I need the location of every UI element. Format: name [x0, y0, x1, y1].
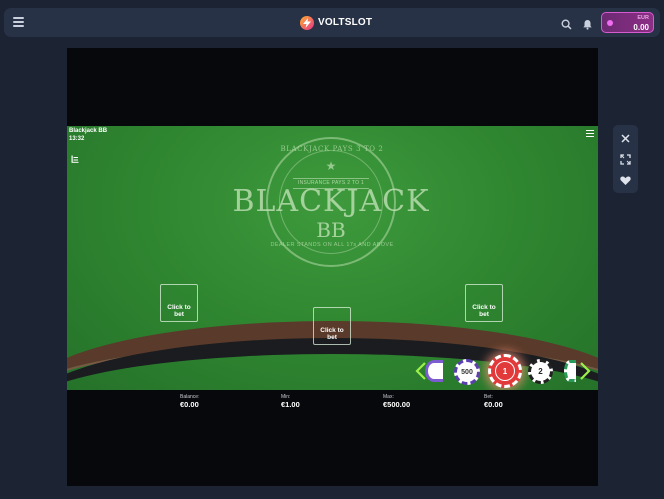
- table-logo-title: BLACKJACK: [232, 184, 430, 219]
- chip-value: 2: [538, 367, 543, 376]
- chip-500[interactable]: 500: [454, 359, 480, 385]
- brand-name: VOLTSLOT: [318, 17, 373, 28]
- game-clock: 13:32: [69, 136, 85, 142]
- close-icon[interactable]: [619, 132, 632, 145]
- wallet-currency: EUR: [637, 15, 649, 21]
- brand-logo[interactable]: VOLTSLOT: [300, 14, 372, 31]
- bet-spot-right[interactable]: Click to bet: [465, 284, 503, 322]
- bet-spot-label: Click to bet: [167, 304, 191, 318]
- game-frame: Blackjack BB 13:32 BLACKJACK PAYS 3 TO 2…: [67, 48, 598, 486]
- chip-value: 1: [502, 366, 508, 376]
- bet-spot-left[interactable]: Click to bet: [160, 284, 198, 322]
- max-info: Max: €500.00: [383, 394, 410, 409]
- wallet-indicator-icon: [607, 20, 613, 26]
- heart-icon[interactable]: [619, 174, 632, 187]
- top-bar: VOLTSLOT EUR 0.00: [4, 8, 660, 37]
- bell-icon[interactable]: [582, 17, 593, 30]
- balance-value: €0.00: [180, 400, 199, 409]
- game-menu-icon[interactable]: [586, 130, 594, 138]
- bet-info: Bet: €0.00: [484, 394, 503, 409]
- wallet-amount: 0.00: [633, 23, 649, 32]
- side-panel: [613, 125, 638, 193]
- bet-spot-label: Click to bet: [320, 327, 344, 341]
- chip-partial-right[interactable]: [564, 360, 576, 382]
- fullscreen-icon[interactable]: [619, 153, 632, 166]
- bet-value: €0.00: [484, 400, 503, 409]
- search-icon[interactable]: [561, 17, 572, 30]
- history-icon[interactable]: [71, 150, 79, 163]
- bet-spot-label: Click to bet: [472, 304, 496, 318]
- min-value: €1.00: [281, 400, 300, 409]
- chip-1-selected[interactable]: 1: [488, 354, 522, 388]
- min-info: Min: €1.00: [281, 394, 300, 409]
- chip-value: 500: [461, 368, 473, 376]
- max-value: €500.00: [383, 400, 411, 409]
- blackjack-table[interactable]: Blackjack BB 13:32 BLACKJACK PAYS 3 TO 2…: [67, 126, 598, 390]
- chip-partial-left[interactable]: [425, 360, 443, 382]
- dealer-rule-text: DEALER STANDS ON ALL 17s AND ABOVE: [270, 242, 394, 248]
- table-logo-subtitle: BB: [316, 218, 346, 242]
- bet-spot-center[interactable]: Click to bet: [313, 307, 351, 345]
- star-icon: ★: [325, 159, 337, 173]
- pays-text: BLACKJACK PAYS 3 TO 2: [280, 145, 384, 153]
- game-title: Blackjack BB: [69, 128, 108, 134]
- chip-next-arrow-icon[interactable]: [579, 362, 591, 380]
- wallet-button[interactable]: EUR 0.00: [601, 12, 654, 33]
- bolt-icon: [300, 15, 314, 30]
- menu-icon[interactable]: [13, 17, 24, 27]
- balance-info: Balance: €0.00: [180, 394, 199, 409]
- chip-2[interactable]: 2: [528, 359, 553, 384]
